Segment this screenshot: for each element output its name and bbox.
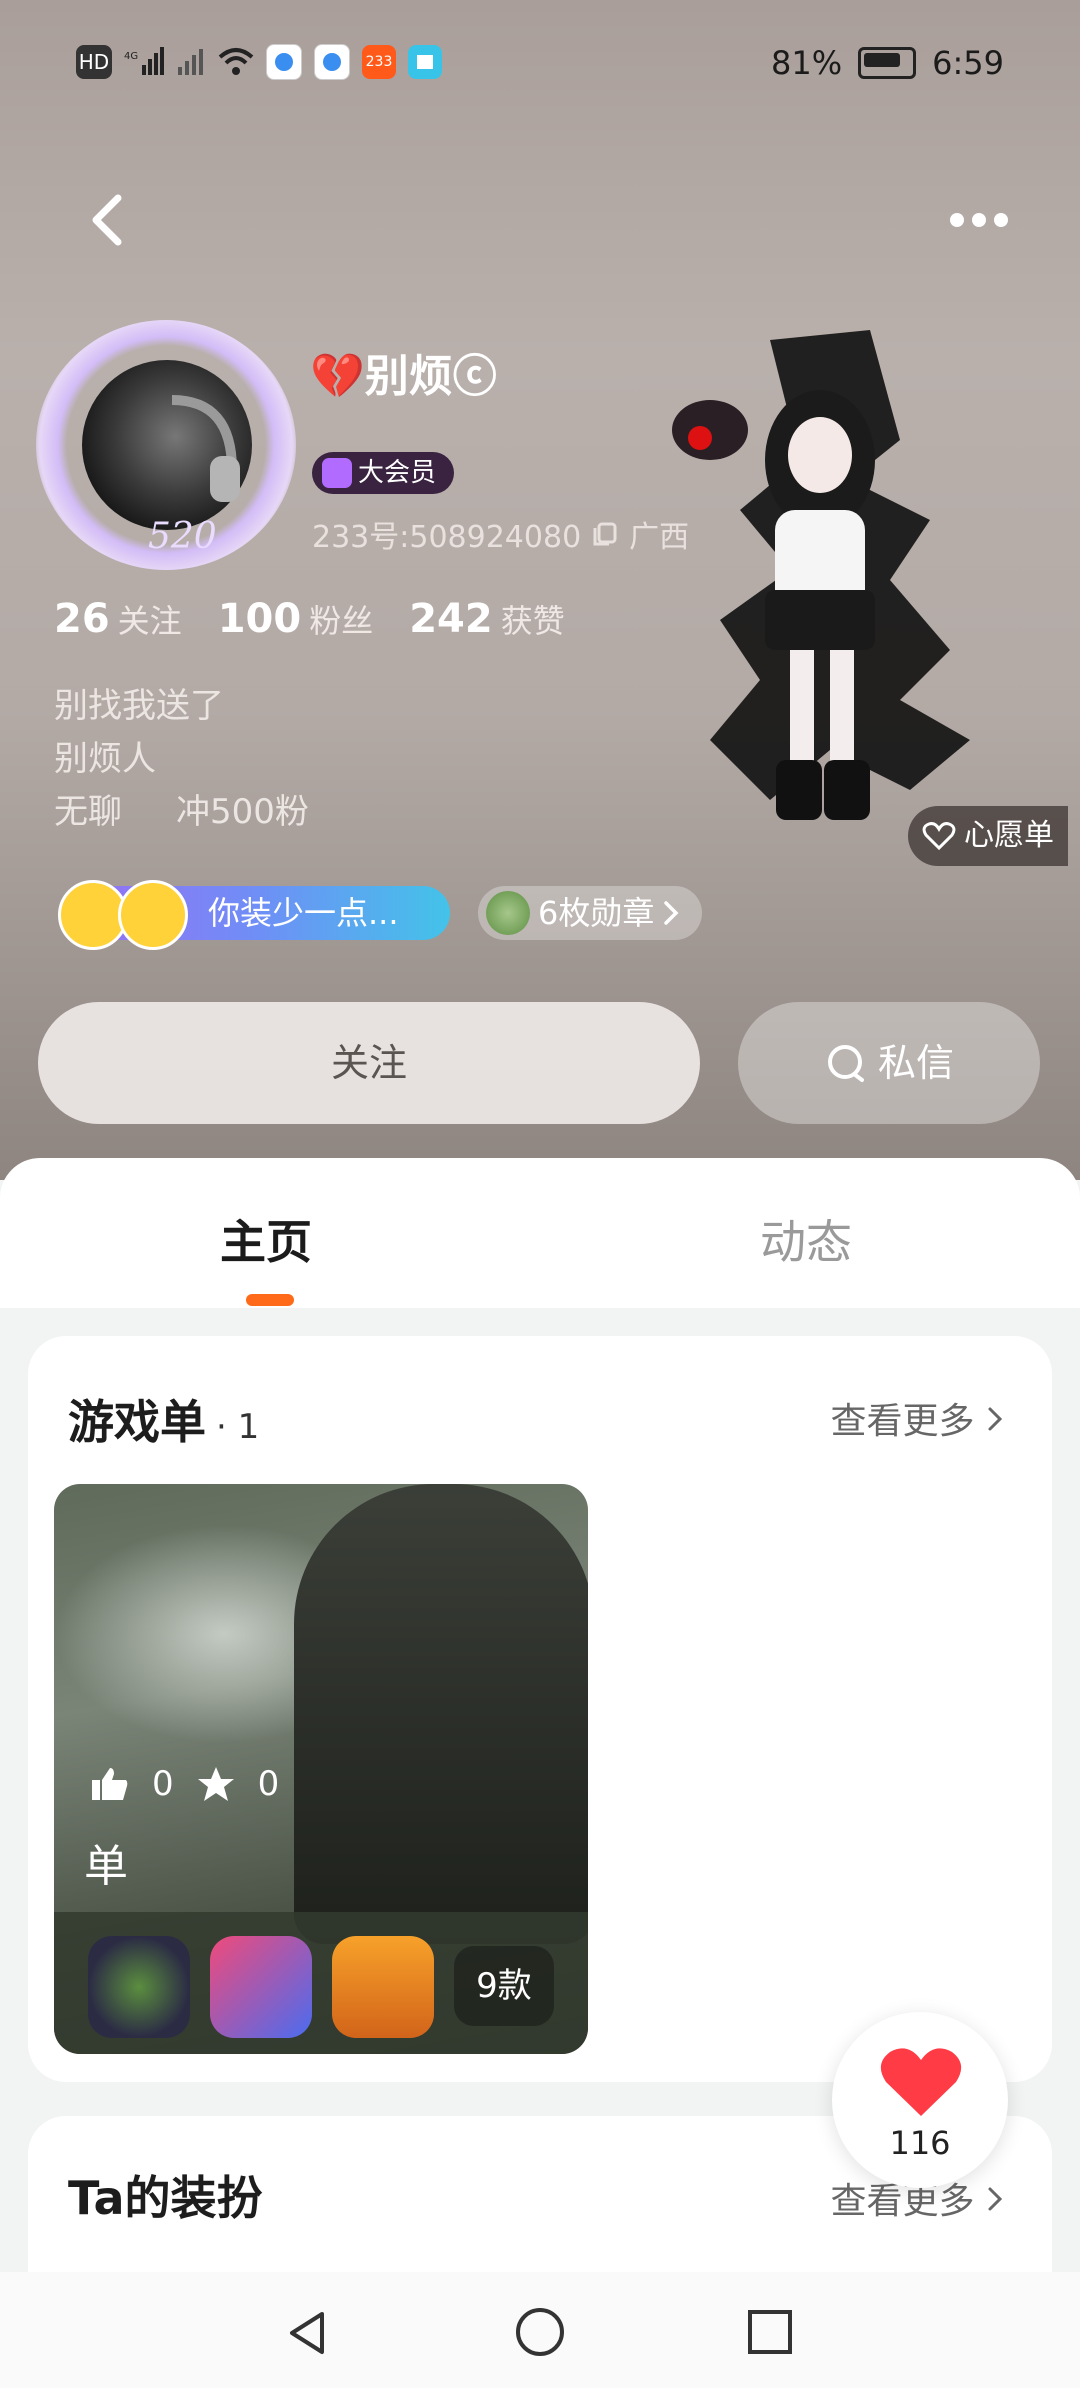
thumbs-up-icon [92,1768,128,1800]
profile-tabs: 主页 动态 [0,1158,1080,1308]
games-more-count[interactable]: 9款 [454,1946,554,2026]
signal-icon [178,49,203,75]
emoji-pill-text: 你装少一点... [208,894,399,932]
follow-button[interactable]: 关注 [38,1002,700,1124]
tab-home[interactable]: 主页 [220,1206,312,1272]
like-fab[interactable]: 116 [832,2012,1008,2188]
back-arrow-icon[interactable] [80,190,140,250]
chevron-right-icon [988,1407,1003,1431]
gamelist-tile-stats: 0 0 [90,1764,279,1804]
cover-image [294,1484,588,1944]
watermelon-game-icon[interactable] [88,1936,190,2038]
app-icon-1 [266,44,302,80]
user-id: 233号:508924080 [312,520,582,555]
avatar-character-illustration [672,330,970,820]
heart-outline-icon [922,822,956,851]
anime-girls-game-icon[interactable] [210,1936,312,2038]
signal-4g-icon: 4G [124,47,164,75]
medals-label: 6枚勋章 [538,894,655,932]
gamelist-tile[interactable]: 0 0 单 9款 [54,1484,588,2054]
active-tab-indicator [246,1294,294,1306]
avatar-image [82,360,252,530]
avatar[interactable]: 520 [36,320,296,570]
vip-badge[interactable]: 大会员 [312,452,455,494]
emoji-badge-pill[interactable]: 你装少一点... [58,880,450,950]
shovel-game-icon[interactable] [332,1936,434,2038]
bio-line: 别烦人 [54,739,156,779]
tab-activity[interactable]: 动态 [760,1206,852,1272]
like-count: 116 [889,2124,951,2162]
message-button[interactable]: 私信 [738,1002,1040,1124]
battery-icon [858,47,917,79]
username: 💔别烦ⓒ [310,351,497,402]
gamelist-title: 游戏单 · 1 [68,1395,260,1449]
medal-icon [486,891,530,935]
chevron-right-icon [664,901,679,925]
status-right: 81% 6:59 [771,44,1004,82]
battery-percent: 81% [771,44,843,82]
app-233-icon: 233 [362,45,396,79]
chat-bubble-icon [827,1045,864,1082]
stat-likes[interactable]: 242 获赞 [409,596,565,642]
chevron-right-icon [988,2187,1003,2211]
wishlist-label: 心愿单 [964,818,1054,853]
hd-icon: HD [76,45,112,79]
bio: 别找我送了 别烦人 无聊 冲500粉 [54,680,309,839]
like-count: 0 [152,1764,174,1804]
nav-back-icon[interactable] [282,2308,332,2358]
star-icon [197,1767,234,1801]
gamelist-name: 单 [84,1841,128,1892]
crown-icon [322,458,352,488]
message-label: 私信 [877,1041,954,1085]
heart-icon [880,2048,962,2116]
star-count: 0 [257,1764,280,1804]
medals-button[interactable]: 6枚勋章 [478,886,703,940]
app-icon-2 [314,44,350,80]
headphones-icon [171,395,240,502]
bio-line: 别找我送了 [54,686,224,726]
gamelist-count: · 1 [216,1407,260,1447]
gamelist-card: 游戏单 · 1 查看更多 0 0 单 9款 [28,1336,1052,2082]
copy-icon[interactable] [591,520,619,548]
star-eyes-emoji-icon [118,880,188,950]
user-id-row: 233号:508924080 广西 [312,512,689,556]
wishlist-button[interactable]: 心愿单 [908,806,1068,866]
nav-home-icon[interactable] [514,2306,566,2358]
status-bar: HD 4G 233 81% 6:59 [0,0,1080,130]
clock: 6:59 [932,44,1004,82]
vip-label: 大会员 [358,458,437,488]
reader-icon [408,45,442,79]
avatar-frame-tag: 520 [148,516,217,557]
gamelist-games-row: 9款 [54,1912,588,2054]
profile-stats: 26 关注 100 粉丝 242 获赞 [54,596,565,642]
svg-text:4G: 4G [124,51,138,62]
bio-line: 无聊 冲500粉 [54,792,309,832]
outfit-title: Ta的装扮 [68,2171,263,2225]
stat-following[interactable]: 26 关注 [54,596,182,642]
nav-recents-icon[interactable] [746,2308,794,2356]
wifi-icon [218,48,254,75]
gamelist-view-more[interactable]: 查看更多 [831,1392,1004,1444]
status-left-icons: HD 4G 233 [76,44,442,80]
stat-followers[interactable]: 100 粉丝 [218,596,374,642]
more-options-icon[interactable] [950,200,1020,240]
system-nav-bar [0,2272,1080,2388]
